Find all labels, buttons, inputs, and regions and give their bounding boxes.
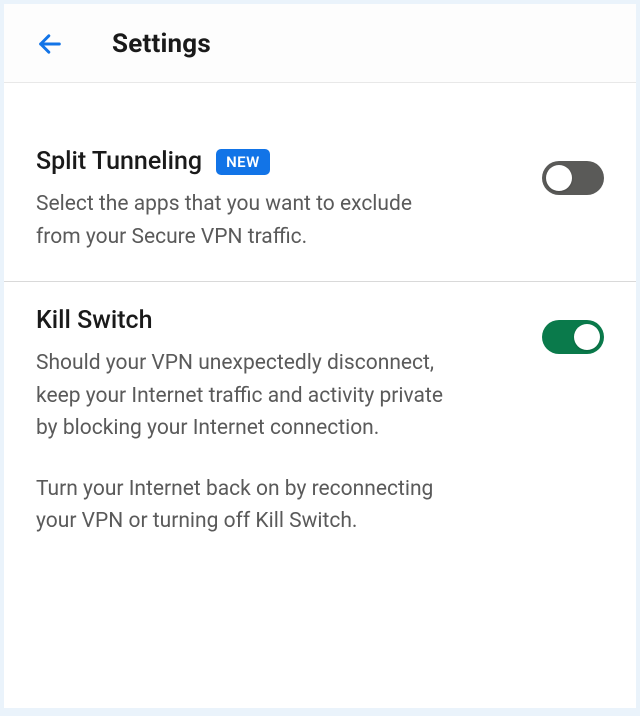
setting-split-tunneling: Split Tunneling NEW Select the apps that… bbox=[4, 123, 636, 282]
kill-switch-toggle[interactable] bbox=[542, 320, 604, 354]
new-badge: NEW bbox=[216, 149, 270, 175]
split-tunneling-description: Select the apps that you want to exclude… bbox=[36, 188, 446, 253]
kill-switch-description: Should your VPN unexpectedly disconnect,… bbox=[36, 347, 446, 538]
back-button[interactable] bbox=[32, 26, 68, 62]
arrow-left-icon bbox=[36, 30, 64, 58]
kill-switch-title: Kill Switch bbox=[36, 306, 152, 335]
toggle-knob-icon bbox=[546, 165, 572, 191]
split-tunneling-toggle[interactable] bbox=[542, 161, 604, 195]
kill-switch-desc-p1: Should your VPN unexpectedly disconnect,… bbox=[36, 347, 446, 445]
header-bar: Settings bbox=[4, 4, 636, 83]
setting-kill-switch: Kill Switch Should your VPN unexpectedly… bbox=[4, 282, 636, 566]
page-title: Settings bbox=[112, 29, 211, 59]
settings-content: Split Tunneling NEW Select the apps that… bbox=[4, 83, 636, 708]
split-tunneling-title: Split Tunneling bbox=[36, 147, 202, 176]
toggle-knob-icon bbox=[574, 324, 600, 350]
kill-switch-desc-p2: Turn your Internet back on by reconnecti… bbox=[36, 473, 446, 538]
